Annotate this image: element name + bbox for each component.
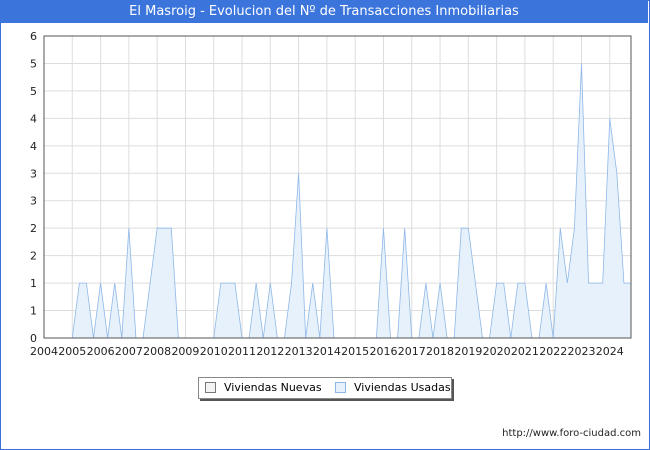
- x-tick-labels: 2004 2005 2006 2007 2008 2009 2010 2011 2012 2013…: [30, 345, 624, 358]
- source-url: http://www.foro-ciudad.com: [502, 428, 641, 439]
- y-tick-label: 5: [30, 57, 37, 70]
- x-tick-label: 2013: [285, 345, 313, 358]
- legend: Viviendas Nuevas Viviendas Usadas: [198, 377, 452, 399]
- x-tick-label: 2006: [87, 345, 115, 358]
- y-tick-label: 2: [30, 222, 37, 235]
- x-tick-label: 2021: [511, 345, 539, 358]
- x-tick-label: 2017: [398, 345, 426, 358]
- y-tick-label: 5: [30, 85, 37, 98]
- x-tick-label: 2004: [30, 345, 58, 358]
- x-tick-label: 2019: [454, 345, 482, 358]
- y-tick-label: 3: [30, 167, 37, 180]
- x-tick-label: 2024: [596, 345, 624, 358]
- legend-item-usadas: Viviendas Usadas: [335, 381, 451, 394]
- x-tick-label: 2015: [341, 345, 369, 358]
- x-tick-label: 2014: [313, 345, 341, 358]
- legend-swatch-usadas: [335, 382, 346, 393]
- y-tick-label: 2: [30, 250, 37, 263]
- y-tick-label: 3: [30, 195, 37, 208]
- y-tick-label: 4: [30, 112, 37, 125]
- x-tick-label: 2012: [256, 345, 284, 358]
- x-tick-label: 2008: [143, 345, 171, 358]
- legend-label-nuevas: Viviendas Nuevas: [224, 381, 322, 394]
- x-tick-label: 2009: [171, 345, 199, 358]
- legend-item-nuevas: Viviendas Nuevas: [205, 381, 322, 394]
- y-tick-label: 1: [30, 277, 37, 290]
- y-tick-labels: 0 1 1 2 2 3 3 4 4 5 5 6: [30, 30, 37, 345]
- legend-swatch-nuevas: [205, 382, 216, 393]
- x-tick-label: 2010: [200, 345, 228, 358]
- x-tick-label: 2020: [483, 345, 511, 358]
- x-tick-label: 2005: [58, 345, 86, 358]
- y-tick-label: 1: [30, 305, 37, 318]
- y-tick-label: 4: [30, 140, 37, 153]
- x-tick-label: 2022: [539, 345, 567, 358]
- y-tick-label: 0: [30, 332, 37, 345]
- legend-label-usadas: Viviendas Usadas: [354, 381, 451, 394]
- x-tick-label: 2016: [369, 345, 397, 358]
- x-tick-label: 2018: [426, 345, 454, 358]
- x-tick-label: 2011: [228, 345, 256, 358]
- y-tick-label: 6: [30, 30, 37, 43]
- x-tick-label: 2023: [567, 345, 595, 358]
- x-tick-label: 2007: [115, 345, 143, 358]
